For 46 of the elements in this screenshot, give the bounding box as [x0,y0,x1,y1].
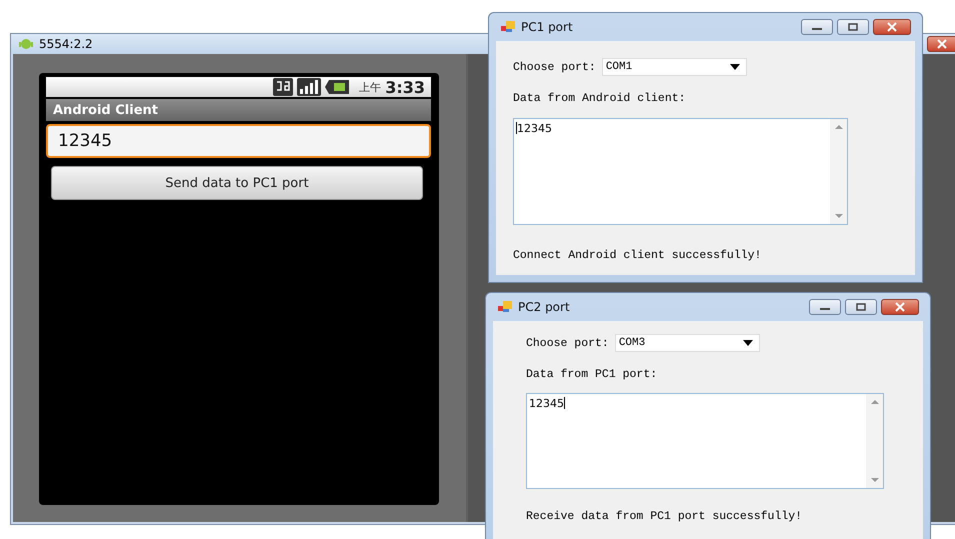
caret-icon [742,340,753,346]
maximize-icon [855,303,867,311]
network-icon [273,78,294,96]
close-button[interactable] [927,36,955,52]
clock-prefix: 上午 [359,80,382,94]
window-title: PC1 port [521,20,573,34]
data-text-area[interactable]: 12345 [526,393,884,489]
app-icon [501,21,515,33]
caret-icon [730,64,740,70]
port-label: Choose port: [526,336,609,350]
status-message: Connect Android client successfully! [513,249,762,262]
close-button[interactable] [881,299,919,315]
port-dropdown[interactable]: COM1 [602,58,747,76]
scrollbar[interactable] [830,119,847,224]
app-icon [498,301,512,313]
close-icon [886,22,898,32]
window-title: 5554:2.2 [39,37,93,51]
input-field[interactable]: 12345 [46,124,431,158]
window-title: PC2 port [518,300,570,314]
maximize-button[interactable] [845,299,877,315]
status-message: Receive data from PC1 port successfully! [526,510,802,523]
minimize-button[interactable] [809,299,841,315]
scroll-down-icon [834,214,842,218]
scroll-up-icon [870,400,878,404]
scroll-down-icon [870,478,878,482]
data-label: Data from PC1 port: [526,368,658,381]
close-icon [936,39,948,49]
scroll-up-icon [834,125,842,129]
app-title: Android Client [53,102,158,118]
maximize-button[interactable] [837,19,869,35]
data-label: Data from Android client: [513,92,686,105]
close-icon [894,302,906,312]
port-dropdown[interactable]: COM3 [614,334,760,352]
signal-icon [297,78,322,96]
battery-icon [325,80,350,94]
android-icon [19,37,33,51]
data-text: 12345 [516,122,552,135]
close-button[interactable] [873,19,911,35]
data-text: 12345 [529,397,565,410]
maximize-icon [847,23,859,31]
send-button[interactable]: Send data to PC1 port [51,166,423,200]
port-label: Choose port: [513,60,596,74]
clock: 3:33 [385,78,425,96]
data-text-area[interactable]: 12345 [513,118,848,225]
minimize-button[interactable] [801,19,833,35]
scrollbar[interactable] [866,394,883,488]
